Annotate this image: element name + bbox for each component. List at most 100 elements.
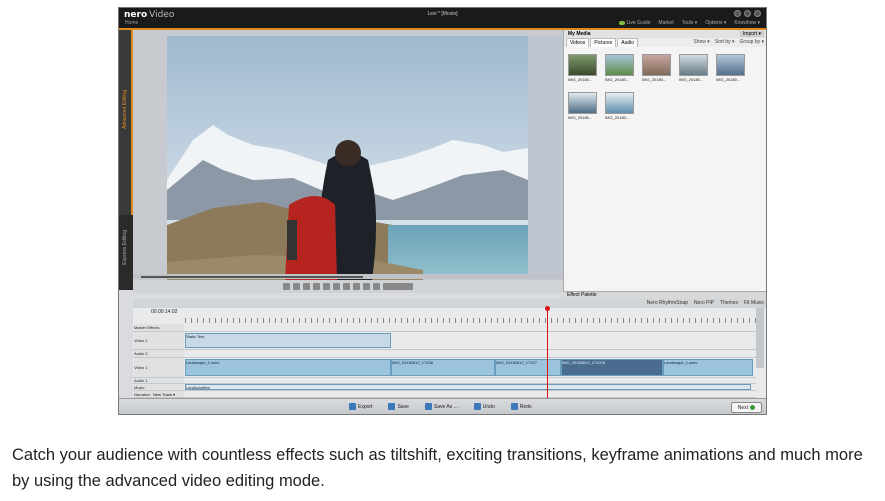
track-label-text: Video 1: [134, 365, 148, 370]
express-editing-label[interactable]: Express Editing: [122, 230, 128, 265]
track-label-text: Audio 2: [134, 351, 148, 356]
play-icon[interactable]: [333, 283, 340, 290]
playhead[interactable]: [547, 310, 548, 398]
display-mode-icon[interactable]: [283, 283, 290, 290]
thumbnail-caption: IMG_20180...: [605, 115, 630, 120]
knowhow-menu[interactable]: Knowhow ▾: [734, 20, 760, 26]
volume-slider[interactable]: [383, 283, 413, 290]
scrubber-progress: [141, 276, 363, 278]
advanced-editing-label: Advanced Editing: [122, 90, 128, 129]
tools-menu[interactable]: Tools ▾: [682, 20, 698, 26]
media-thumbnail[interactable]: IMG_20180...: [568, 92, 597, 124]
effect-palette-bar[interactable]: Effect Palette: [563, 291, 766, 299]
timeline-clip[interactable]: Landscape_1.wmv: [663, 359, 753, 376]
next-label: Next: [737, 405, 748, 411]
title-bar: nero Video Home Lexi * [Movie] Live Guide…: [119, 8, 766, 28]
media-thumbnail[interactable]: IMG_20180...: [605, 92, 634, 124]
timeline-clip[interactable]: Landschaften: [185, 384, 751, 390]
timeline-clip[interactable]: IMG_20180812_172078: [561, 359, 663, 376]
live-guide-toggle[interactable]: Live Guide: [618, 20, 651, 26]
thumbnail-caption: IMG_20180...: [605, 77, 630, 82]
tab-audio[interactable]: Audio: [617, 38, 639, 47]
timeline: 00:00:14:02 Master Effects Video 2 Stati…: [133, 308, 766, 398]
track-label-text: Master Effects: [134, 325, 160, 330]
save-as-button[interactable]: Save As ...: [424, 403, 458, 410]
import-button[interactable]: Import ▾: [739, 31, 764, 37]
clip-label: IMG_20180812_17207: [496, 360, 537, 365]
thumbnail-image: [716, 54, 745, 76]
thumbnail-image: [568, 92, 597, 114]
export-button[interactable]: Export: [349, 403, 372, 410]
prev-frame-icon[interactable]: [353, 283, 360, 290]
fit-music-button[interactable]: Fit Music: [744, 300, 764, 306]
settings-icon[interactable]: [744, 10, 751, 17]
save-as-icon: [424, 403, 432, 410]
track-label-text: Video 2: [134, 338, 148, 343]
clip-label: IMG_20180812_172078: [562, 360, 606, 365]
live-guide-label: Live Guide: [626, 20, 651, 26]
track-label: Master Effects: [134, 324, 184, 331]
sort-by-dropdown[interactable]: Sort by ▾: [715, 39, 735, 45]
bottom-buttons: Export Save Save As ... Undo Redo: [349, 403, 532, 410]
stop-icon[interactable]: [323, 283, 330, 290]
my-media-panel: My Media Import ▾ Videos Pictures Audio …: [563, 30, 766, 292]
group-by-dropdown[interactable]: Group by ▾: [740, 39, 764, 45]
media-thumbnail[interactable]: IMG_20180...: [605, 54, 634, 86]
playback-toolbar: [133, 280, 563, 293]
next-arrow-icon: [750, 405, 755, 411]
pip-button[interactable]: Nero PiP: [694, 300, 714, 306]
redo-button[interactable]: Redo: [510, 403, 532, 410]
media-thumbnail[interactable]: IMG_20180...: [568, 54, 597, 86]
media-thumbnail[interactable]: IMG_20180...: [642, 54, 671, 86]
rhythmsnap-button[interactable]: Nero RhythmSnap: [647, 300, 688, 306]
media-thumbnail[interactable]: IMG_20180...: [679, 54, 708, 86]
timeline-clip[interactable]: IMG_20180812_17207: [495, 359, 561, 376]
next-frame-icon[interactable]: [363, 283, 370, 290]
track-master-effects: Master Effects: [133, 324, 756, 332]
undo-button[interactable]: Undo: [473, 403, 495, 410]
save-button[interactable]: Save: [388, 403, 409, 410]
advanced-editing-tab[interactable]: Advanced Editing: [119, 30, 133, 215]
timeline-zoom-bar[interactable]: [756, 308, 764, 368]
close-icon[interactable]: [754, 10, 761, 17]
thumbnail-image: [605, 54, 634, 76]
time-ruler[interactable]: [185, 318, 756, 323]
track-label: Music: [134, 384, 184, 390]
export-icon: [349, 403, 356, 410]
fullscreen-icon[interactable]: [293, 283, 300, 290]
new-track-dropdown[interactable]: New Track ▾: [153, 392, 175, 397]
thumbnail-caption: IMG_20180...: [716, 77, 741, 82]
toggle-icon: [618, 20, 625, 25]
clip-label: IMG_20180812_17208: [392, 360, 433, 365]
home-link[interactable]: Home: [125, 20, 138, 26]
timeline-clip[interactable]: Landscape_1.wmv: [185, 359, 391, 376]
media-thumbnail[interactable]: IMG_20180...: [716, 54, 745, 86]
timeline-clip[interactable]: IMG_20180812_17208: [391, 359, 495, 376]
forward-icon[interactable]: [373, 283, 380, 290]
thumbnail-image: [568, 54, 597, 76]
bottom-bar: Export Save Save As ... Undo Redo Next: [119, 398, 766, 414]
thumbnail-caption: IMG_20180...: [568, 77, 593, 82]
media-tabs: Videos Pictures Audio Show ▾ Sort by ▾ G…: [564, 38, 766, 47]
timeline-clip[interactable]: Static Text: [185, 333, 391, 348]
playback-scrubber[interactable]: [133, 274, 563, 279]
undo-label: Undo: [482, 403, 495, 410]
tab-pictures[interactable]: Pictures: [590, 38, 617, 47]
themes-button[interactable]: Themes: [720, 300, 738, 306]
options-menu[interactable]: Options ▾: [705, 20, 726, 26]
track-label: Video 2: [134, 332, 184, 349]
aspect-icon[interactable]: [303, 283, 310, 290]
market-menu[interactable]: Market: [658, 20, 673, 26]
rewind-icon[interactable]: [343, 283, 350, 290]
promo-caption: Catch your audience with countless effec…: [12, 446, 863, 490]
media-header: My Media Import ▾: [564, 30, 766, 38]
timeline-toolbar: Nero RhythmSnap Nero PiP Themes Fit Musi…: [133, 299, 766, 308]
minimize-icon[interactable]: [734, 10, 741, 17]
timecode: 00:00:14:02: [151, 309, 178, 315]
track-label: Video 1: [134, 358, 184, 377]
show-dropdown[interactable]: Show ▾: [693, 39, 709, 45]
next-button[interactable]: Next: [730, 402, 762, 413]
snapshot-icon[interactable]: [313, 283, 320, 290]
track-video-1: Video 1 Landscape_1.wmv IMG_20180812_172…: [133, 358, 756, 378]
tab-videos[interactable]: Videos: [566, 38, 590, 47]
